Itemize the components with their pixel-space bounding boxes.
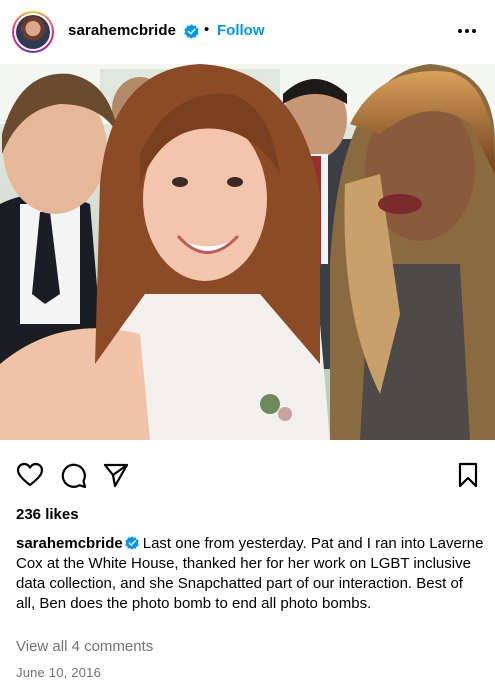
post-photo[interactable] <box>0 64 495 440</box>
verified-badge-icon <box>184 24 199 39</box>
likes-count[interactable]: 236 likes <box>16 506 79 523</box>
username-link[interactable]: sarahemcbride <box>68 22 176 39</box>
follow-button[interactable]: Follow <box>217 22 265 39</box>
post-date[interactable]: June 10, 2016 <box>16 665 101 680</box>
bookmark-icon[interactable] <box>454 461 482 489</box>
view-comments-link[interactable]: View all 4 comments <box>16 638 153 655</box>
separator-dot: • <box>204 21 210 38</box>
avatar[interactable] <box>12 11 54 53</box>
more-options-icon[interactable] <box>456 20 478 42</box>
avatar-image <box>16 15 50 49</box>
share-icon[interactable] <box>102 461 130 489</box>
caption-username[interactable]: sarahemcbride <box>16 535 123 552</box>
comment-icon[interactable] <box>59 461 87 489</box>
caption: sarahemcbride Last one from yesterday. P… <box>16 534 486 614</box>
action-bar <box>0 448 495 498</box>
heart-icon[interactable] <box>16 461 44 489</box>
post-photo-illustration <box>0 64 495 440</box>
verified-badge-icon <box>125 536 139 550</box>
post-header: sarahemcbride • Follow <box>0 0 495 64</box>
